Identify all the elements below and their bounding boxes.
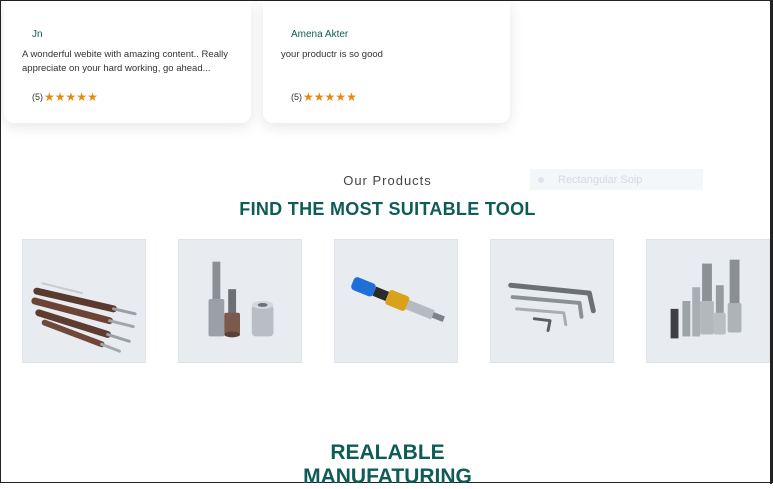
product-card-hex-keys[interactable] bbox=[490, 239, 614, 363]
star-icon: ★ bbox=[313, 90, 325, 104]
manufacturing-section-title: REALABLE MANUFATURING bbox=[1, 441, 773, 489]
reviewer-name: Jn bbox=[32, 29, 43, 40]
star-icon: ★ bbox=[65, 90, 77, 104]
manufacturing-title-line-1: REALABLE bbox=[330, 441, 445, 464]
rating: (5) ★ ★ ★ ★ ★ bbox=[32, 91, 98, 103]
rating-stars: ★ ★ ★ ★ ★ bbox=[44, 91, 98, 103]
review-card: Amena Akter your productr is so good (5)… bbox=[263, 1, 510, 123]
manufacturing-title-line-2: MANUFATURING bbox=[303, 465, 472, 488]
product-card-bit-holder[interactable] bbox=[334, 239, 458, 363]
star-icon: ★ bbox=[44, 90, 55, 104]
nut-setter-sockets-image bbox=[179, 240, 301, 362]
star-icon: ★ bbox=[335, 90, 347, 104]
star-icon: ★ bbox=[346, 90, 357, 104]
socket-adapters-image bbox=[647, 240, 769, 362]
star-icon: ★ bbox=[54, 90, 66, 104]
section-title: FIND THE MOST SUITABLE TOOL bbox=[239, 199, 536, 219]
review-text: A wonderful webite with amazing content.… bbox=[22, 49, 228, 74]
product-card-nut-setter[interactable] bbox=[178, 239, 302, 363]
product-card-screwdriver-bits[interactable] bbox=[22, 239, 146, 363]
review-card: Jn A wonderful webite with amazing conte… bbox=[4, 1, 251, 123]
hex-keys-image bbox=[491, 240, 613, 362]
quick-release-bit-holder-image bbox=[335, 240, 457, 362]
screwdriver-bits-image bbox=[23, 240, 145, 362]
review-text: your productr is so good bbox=[281, 49, 383, 60]
star-icon: ★ bbox=[303, 90, 314, 104]
product-card-socket-adapters[interactable] bbox=[646, 239, 770, 363]
star-icon: ★ bbox=[324, 90, 336, 104]
reviewer-name: Amena Akter bbox=[291, 29, 349, 40]
rating: (5) ★ ★ ★ ★ ★ bbox=[291, 91, 357, 103]
rating-count: (5) bbox=[32, 92, 43, 102]
star-icon: ★ bbox=[87, 90, 98, 104]
rating-stars: ★ ★ ★ ★ ★ bbox=[303, 91, 357, 103]
window-border bbox=[770, 1, 772, 484]
star-icon: ★ bbox=[76, 90, 88, 104]
rating-count: (5) bbox=[291, 92, 302, 102]
section-subtitle: Our Products bbox=[343, 173, 432, 188]
